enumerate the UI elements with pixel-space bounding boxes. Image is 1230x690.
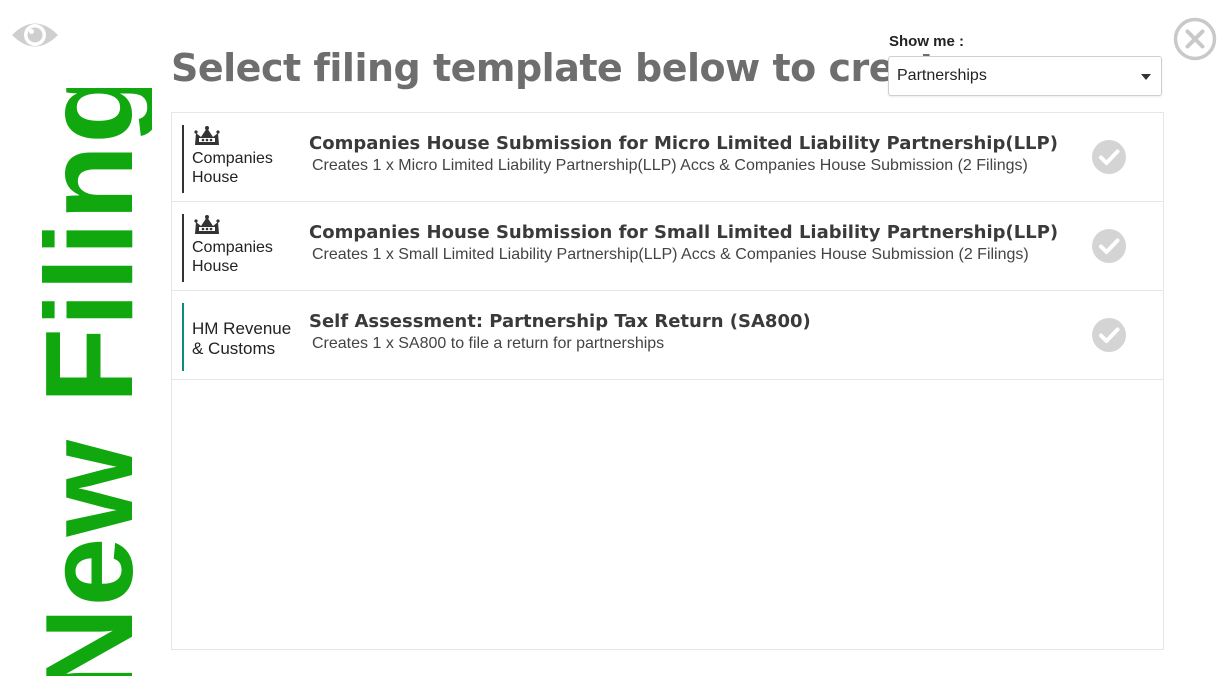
template-row-sa800[interactable]: HM Revenue & Customs Self Assessment: Pa… bbox=[172, 291, 1163, 380]
chevron-down-icon bbox=[1141, 74, 1151, 80]
org-name: HM Revenue & Customs bbox=[192, 319, 292, 358]
eye-icon[interactable] bbox=[10, 18, 60, 52]
template-row-micro-llp[interactable]: Companies House Companies House Submissi… bbox=[172, 113, 1163, 202]
companies-house-logo: Companies House bbox=[182, 214, 300, 282]
banner-text: New Filing bbox=[28, 88, 152, 676]
template-list: Companies House Companies House Submissi… bbox=[171, 112, 1164, 650]
page-title: Select filing template below to create bbox=[171, 46, 963, 90]
close-icon[interactable] bbox=[1172, 16, 1218, 62]
check-circle-icon[interactable] bbox=[1091, 317, 1127, 353]
hmrc-logo: HM Revenue & Customs bbox=[182, 303, 300, 371]
show-me-selected-value: Partnerships bbox=[897, 67, 987, 84]
template-description: Creates 1 x Small Limited Liability Part… bbox=[312, 246, 1029, 263]
org-name: Companies House bbox=[192, 150, 273, 186]
show-me-select[interactable]: Partnerships bbox=[888, 56, 1162, 96]
template-title: Self Assessment: Partnership Tax Return … bbox=[309, 311, 811, 332]
template-title: Companies House Submission for Small Lim… bbox=[309, 222, 1059, 243]
template-row-small-llp[interactable]: Companies House Companies House Submissi… bbox=[172, 202, 1163, 291]
check-circle-icon[interactable] bbox=[1091, 139, 1127, 175]
crown-crest-icon bbox=[194, 215, 220, 234]
new-filing-banner: New Filing bbox=[28, 88, 152, 676]
new-filing-dialog: New Filing Select filing template below … bbox=[0, 0, 1230, 690]
show-me-label: Show me : bbox=[889, 33, 965, 50]
org-name: Companies House bbox=[192, 239, 273, 275]
check-circle-icon[interactable] bbox=[1091, 228, 1127, 264]
crown-crest-icon bbox=[194, 126, 220, 145]
template-description: Creates 1 x Micro Limited Liability Part… bbox=[312, 157, 1028, 174]
template-description: Creates 1 x SA800 to file a return for p… bbox=[312, 335, 665, 352]
companies-house-logo: Companies House bbox=[182, 125, 300, 193]
template-title: Companies House Submission for Micro Lim… bbox=[309, 133, 1058, 154]
